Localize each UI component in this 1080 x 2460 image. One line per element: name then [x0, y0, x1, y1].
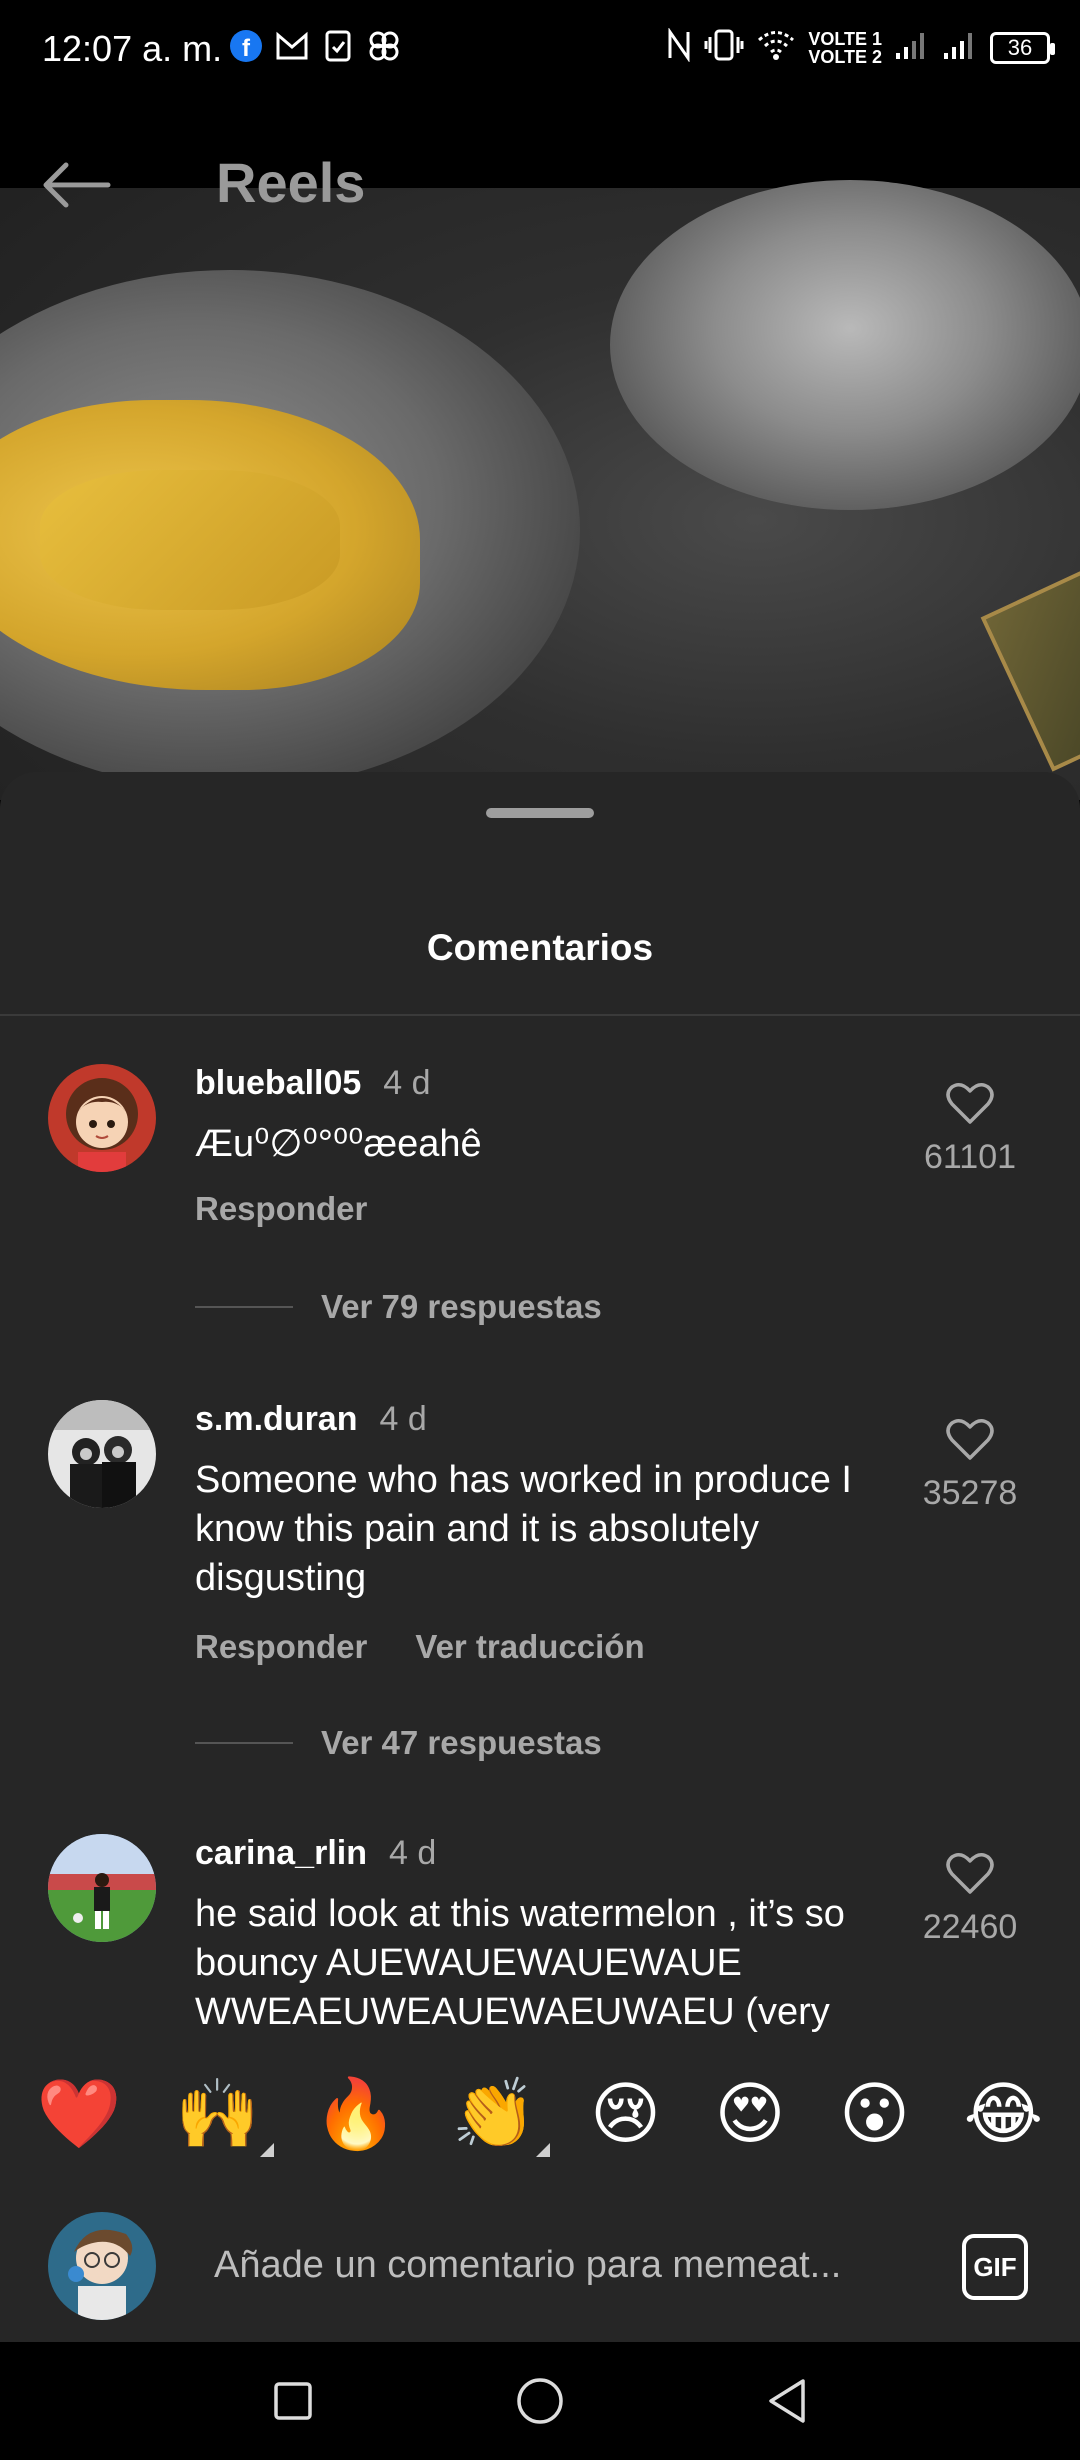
comment-username[interactable]: blueball05	[195, 1064, 361, 1103]
status-time: 12:07 a. m.	[42, 28, 223, 69]
view-replies[interactable]: Ver 79 respuestas	[195, 1288, 602, 1326]
heart-icon	[946, 1419, 994, 1460]
heart-icon	[946, 1083, 994, 1124]
replies-line	[195, 1306, 293, 1308]
emoji-clapping-glyph: 👏	[451, 2075, 537, 2154]
emoji-laughing[interactable]: 😂	[964, 2081, 1043, 2149]
view-replies-label[interactable]: Ver 47 respuestas	[321, 1724, 602, 1762]
vibrate-icon	[704, 28, 744, 67]
wifi-icon	[756, 29, 796, 66]
skin-tone-indicator	[259, 2143, 274, 2157]
like-button[interactable]: 35278	[900, 1418, 1040, 1513]
comment-header: blueball05 4 d	[195, 1064, 431, 1103]
replies-line	[195, 1742, 293, 1744]
comment-username[interactable]: s.m.duran	[195, 1400, 357, 1439]
comment-text: he said look at this watermelon , it’s s…	[195, 1893, 845, 2033]
comment-time: 4 d	[388, 1834, 437, 1872]
nfc-icon	[666, 27, 692, 67]
comment-text: Æu⁰∅⁰°⁰⁰æeahê	[195, 1123, 482, 1165]
circle-icon	[517, 2378, 563, 2424]
facebook-icon: f	[228, 28, 264, 64]
video-bowl-right	[610, 180, 1080, 510]
avatar[interactable]	[48, 1064, 156, 1172]
my-avatar	[48, 2212, 156, 2320]
triangle-back-icon	[768, 2379, 805, 2423]
comment-input-bar: Añade un comentario para memeat... GIF	[0, 2190, 1080, 2342]
recents-button[interactable]	[263, 2371, 323, 2431]
emoji-raising-hands-glyph: 🙌	[175, 2075, 260, 2154]
status-app-icons: f	[228, 28, 402, 64]
status-indicators: VOLTE 1 VOLTE 2 36	[666, 27, 1055, 67]
emoji-surprised[interactable]: 😮	[839, 2081, 910, 2149]
heart-icon	[946, 1853, 994, 1894]
back-button[interactable]	[40, 145, 120, 225]
battery-indicator: 36	[990, 31, 1055, 64]
emoji-fire[interactable]: 🔥	[313, 2081, 398, 2149]
square-icon	[274, 2382, 313, 2420]
comment-actions: Responder	[195, 1190, 367, 1228]
comment-header: s.m.duran 4 d	[195, 1400, 427, 1439]
reel-video[interactable]	[0, 100, 1080, 800]
like-button[interactable]: 61101	[900, 1082, 1040, 1177]
avatar[interactable]	[48, 1834, 156, 1942]
svg-text:f: f	[242, 35, 251, 62]
reply-button[interactable]: Responder	[195, 1628, 367, 1666]
emoji-crying[interactable]: 😢	[590, 2081, 661, 2149]
volte1-label: VOLTE 1	[808, 28, 882, 49]
header-divider	[0, 1014, 1080, 1016]
like-count: 35278	[922, 1474, 1018, 1512]
view-replies-label[interactable]: Ver 79 respuestas	[321, 1288, 602, 1326]
video-box	[980, 558, 1080, 772]
comment-time: 4 d	[379, 1400, 427, 1438]
page-title: Reels	[216, 151, 366, 214]
signal-2-icon	[942, 29, 978, 66]
home-button[interactable]	[510, 2371, 570, 2431]
volte-indicator: VOLTE 1 VOLTE 2	[808, 30, 882, 66]
like-count: 61101	[923, 1138, 1017, 1176]
reply-button[interactable]: Responder	[195, 1190, 367, 1228]
sim-manager-icon	[320, 28, 356, 64]
volte2-label: VOLTE 2	[808, 46, 882, 67]
like-button[interactable]: 22460	[900, 1852, 1040, 1947]
gif-button[interactable]: GIF	[962, 2234, 1028, 2300]
comment-text: Someone who has worked in produce I know…	[195, 1459, 852, 1599]
avatar[interactable]	[48, 1400, 156, 1508]
emoji-clapping[interactable]: 👏	[452, 2081, 551, 2157]
emoji-heart-eyes[interactable]: 😍	[715, 2081, 786, 2149]
video-fruit-slice	[40, 470, 340, 610]
signal-1-icon	[894, 29, 930, 66]
comment-time: 4 d	[383, 1064, 431, 1102]
sheet-drag-handle[interactable]	[486, 808, 594, 818]
video-top-band	[0, 100, 1080, 188]
back-arrow-icon	[43, 162, 111, 208]
emoji-raising-hands[interactable]: 🙌	[175, 2081, 274, 2157]
emoji-heart[interactable]: ❤️	[37, 2081, 122, 2149]
system-nav-bar	[0, 2342, 1080, 2460]
sheet-title: Comentarios	[426, 927, 654, 968]
comment-username[interactable]: carina_rlin	[195, 1834, 367, 1873]
gmail-icon	[274, 28, 310, 64]
comment-input[interactable]: Añade un comentario para memeat...	[214, 2230, 914, 2300]
emoji-reaction-bar: ❤️ 🙌 🔥 👏 😢 😍 😮 😂	[0, 2040, 1080, 2190]
skin-tone-indicator	[536, 2143, 551, 2157]
like-count: 22460	[922, 1908, 1018, 1946]
translate-button[interactable]: Ver traducción	[415, 1628, 644, 1666]
status-bar: 12:07 a. m. f VOLTE 1 VOLTE 2 36	[0, 0, 1080, 100]
view-replies[interactable]: Ver 47 respuestas	[195, 1724, 602, 1762]
comment-actions: Responder Ver traducción	[195, 1628, 645, 1666]
comment-header: carina_rlin 4 d	[195, 1834, 436, 1873]
back-nav-button[interactable]	[757, 2371, 817, 2431]
pinwheel-icon	[366, 28, 402, 64]
